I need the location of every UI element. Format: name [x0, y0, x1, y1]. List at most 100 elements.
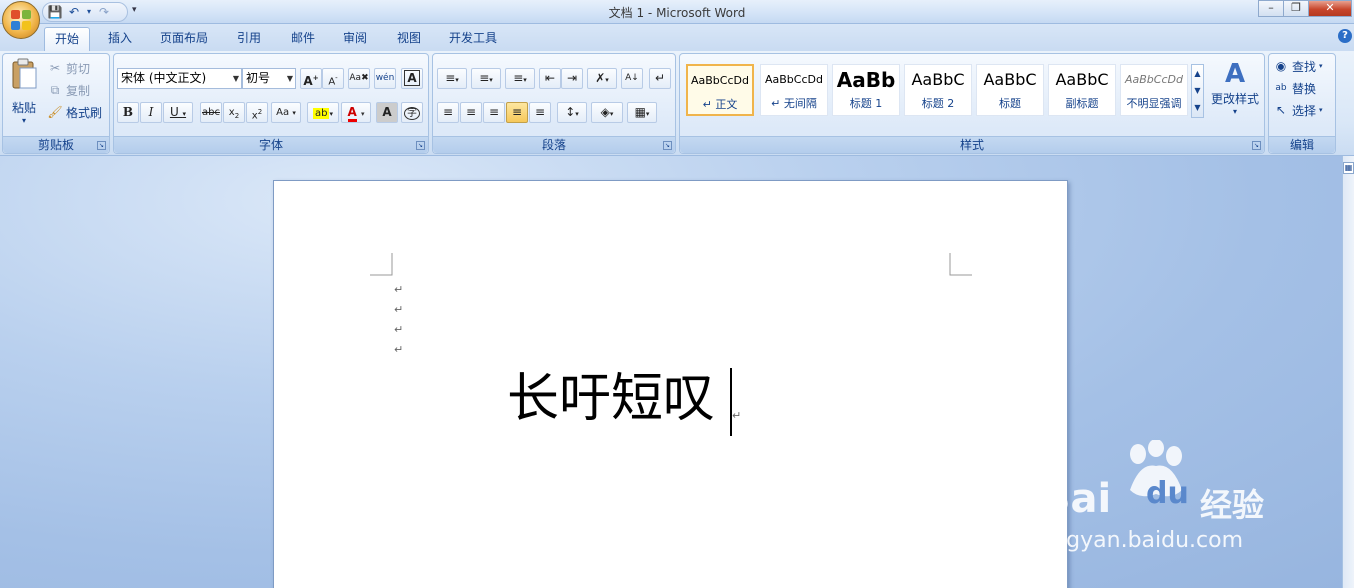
- change-styles-label: 更改样式: [1210, 92, 1259, 106]
- align-right-icon[interactable]: ≡: [483, 102, 505, 123]
- italic-button[interactable]: I: [140, 102, 162, 123]
- style-sample: AaBbCcDd: [691, 74, 749, 87]
- office-button[interactable]: [2, 1, 40, 39]
- help-icon[interactable]: ?: [1338, 29, 1352, 43]
- char-border-icon[interactable]: A: [401, 68, 423, 89]
- paragraph-mark-icon: ↵: [394, 323, 404, 336]
- multilevel-list-icon[interactable]: ≡▾: [505, 68, 535, 89]
- paragraph-launcher-icon[interactable]: ↘: [663, 141, 672, 150]
- decrease-indent-icon[interactable]: ⇤: [539, 68, 561, 89]
- style-heading-2[interactable]: AaBbC 标题 2: [904, 64, 972, 116]
- superscript-button[interactable]: x2: [246, 102, 268, 123]
- select-button[interactable]: ↖ 选择 ▾: [1273, 100, 1323, 120]
- cut-button[interactable]: ✂ 剪切: [47, 58, 90, 78]
- styles-group: AaBbCcDd ↵ 正文 AaBbCcDd ↵ 无间隔 AaBb 标题 1 A…: [679, 53, 1265, 154]
- justify-icon[interactable]: ≡: [506, 102, 528, 123]
- show-marks-icon[interactable]: ↵: [649, 68, 671, 89]
- find-button[interactable]: ◉ 查找 ▾: [1273, 56, 1323, 76]
- gallery-scroll[interactable]: ▲ ▼ ▼: [1191, 64, 1204, 118]
- char-shading-icon[interactable]: A: [376, 102, 398, 123]
- grow-font-button[interactable]: A+: [300, 68, 322, 89]
- close-button[interactable]: ✕: [1308, 0, 1352, 17]
- align-left-icon[interactable]: ≡: [437, 102, 459, 123]
- vertical-scrollbar[interactable]: ▦: [1342, 156, 1354, 588]
- restore-button[interactable]: ❐: [1283, 0, 1309, 17]
- copy-button[interactable]: ⧉ 复制: [47, 80, 90, 100]
- title-bar: 💾 ↶ ▾ ↷ ▾ 文档 1 - Microsoft Word – ❐ ✕: [0, 0, 1354, 39]
- tab-developer[interactable]: 开发工具: [442, 27, 504, 51]
- line-spacing-icon[interactable]: ↕▾: [557, 102, 587, 123]
- highlight-button[interactable]: ab ▾: [307, 102, 339, 123]
- tab-home[interactable]: 开始: [44, 27, 90, 51]
- style-heading-1[interactable]: AaBb 标题 1: [832, 64, 900, 116]
- paragraph-mark-icon: ↵: [394, 343, 404, 356]
- style-title[interactable]: AaBbC 标题: [976, 64, 1044, 116]
- chevron-down-icon: ▼: [286, 74, 293, 83]
- style-subtitle[interactable]: AaBbC 副标题: [1048, 64, 1116, 116]
- style-no-spacing[interactable]: AaBbCcDd ↵ 无间隔: [760, 64, 828, 116]
- margin-corner-top-right: [949, 253, 972, 276]
- paste-button[interactable]: 粘贴 ▾: [7, 58, 41, 130]
- tab-view[interactable]: 视图: [388, 27, 430, 51]
- clear-format-icon[interactable]: Aa✖: [348, 68, 370, 89]
- chinese-layout-icon[interactable]: ✗▾: [587, 68, 617, 89]
- watermark-brand-du: du: [1146, 476, 1189, 511]
- align-center-icon[interactable]: ≡: [460, 102, 482, 123]
- document-page[interactable]: ↵ ↵ ↵ ↵ 长吁短叹 ↵: [273, 180, 1068, 588]
- shrink-font-button[interactable]: A-: [322, 68, 344, 89]
- style-name: 标题 1: [849, 97, 883, 110]
- style-sample: AaBbCcDd: [1125, 73, 1183, 86]
- strikethrough-button[interactable]: abc: [200, 102, 222, 123]
- style-name: 标题 2: [921, 97, 955, 110]
- phonetic-guide-icon[interactable]: wén: [374, 68, 396, 89]
- shading-icon[interactable]: ◈▾: [591, 102, 623, 123]
- borders-icon[interactable]: ▦▾: [627, 102, 657, 123]
- tab-insert[interactable]: 插入: [100, 27, 140, 51]
- paragraph-mark-icon: ↵: [394, 303, 404, 316]
- tab-references[interactable]: 引用: [228, 27, 270, 51]
- sort-icon[interactable]: A↓: [621, 68, 643, 89]
- ruler-toggle-icon[interactable]: ▦: [1343, 162, 1354, 174]
- document-text[interactable]: 长吁短叹: [507, 368, 715, 430]
- replace-icon: ab: [1275, 83, 1287, 93]
- chevron-down-icon[interactable]: ▼: [1192, 82, 1203, 99]
- subscript-button[interactable]: x2: [223, 102, 245, 123]
- style-sample: AaBbC: [1055, 70, 1109, 89]
- enclose-char-icon[interactable]: 字: [401, 102, 423, 123]
- tab-page-layout[interactable]: 页面布局: [152, 27, 216, 51]
- clipboard-launcher-icon[interactable]: ↘: [97, 141, 106, 150]
- style-subtle-emphasis[interactable]: AaBbCcDd 不明显强调: [1120, 64, 1188, 116]
- copy-label: 复制: [66, 83, 91, 98]
- change-case-button[interactable]: Aa ▾: [271, 102, 301, 123]
- window-title: 文档 1 - Microsoft Word: [608, 6, 746, 20]
- tab-review[interactable]: 审阅: [334, 27, 376, 51]
- increase-indent-icon[interactable]: ⇥: [561, 68, 583, 89]
- minimize-button[interactable]: –: [1258, 0, 1284, 17]
- watermark-url: jingyan.baidu.com: [1040, 528, 1244, 553]
- bold-button[interactable]: B: [117, 102, 139, 123]
- format-painter-button[interactable]: 🖌 格式刷: [47, 102, 102, 122]
- chevron-up-icon[interactable]: ▲: [1192, 65, 1203, 82]
- numbering-icon[interactable]: ≡▾: [471, 68, 501, 89]
- change-styles-button[interactable]: A 更改样式 ▾: [1208, 58, 1262, 116]
- paragraph-group: ≡▾ ≡▾ ≡▾ ⇤ ⇥ ✗▾ A↓ ↵ ≡ ≡ ≡ ≡ ≡ ↕▾ ◈▾ ▦▾ …: [432, 53, 676, 154]
- font-launcher-icon[interactable]: ↘: [416, 141, 425, 150]
- styles-launcher-icon[interactable]: ↘: [1252, 141, 1261, 150]
- bullets-icon[interactable]: ≡▾: [437, 68, 467, 89]
- underline-button[interactable]: U ▾: [163, 102, 193, 123]
- style-sample: AaBb: [836, 68, 896, 92]
- distributed-icon[interactable]: ≡: [529, 102, 551, 123]
- paintbrush-icon: 🖌: [47, 105, 63, 119]
- font-size-combo[interactable]: 初号 ▼: [242, 68, 296, 89]
- font-color-button[interactable]: A ▾: [341, 102, 371, 123]
- change-styles-icon: A: [1224, 59, 1246, 89]
- replace-button[interactable]: ab 替换: [1273, 78, 1316, 98]
- style-normal[interactable]: AaBbCcDd ↵ 正文: [686, 64, 754, 116]
- scissors-icon: ✂: [49, 61, 61, 75]
- paste-dropdown-icon[interactable]: ▾: [7, 116, 41, 125]
- font-name-combo[interactable]: 宋体 (中文正文) ▼: [117, 68, 242, 89]
- tab-mailings[interactable]: 邮件: [282, 27, 324, 51]
- paragraph-group-label: 段落: [433, 136, 675, 153]
- style-name: 不明显强调: [1126, 97, 1182, 110]
- gallery-more-icon[interactable]: ▼: [1192, 99, 1203, 116]
